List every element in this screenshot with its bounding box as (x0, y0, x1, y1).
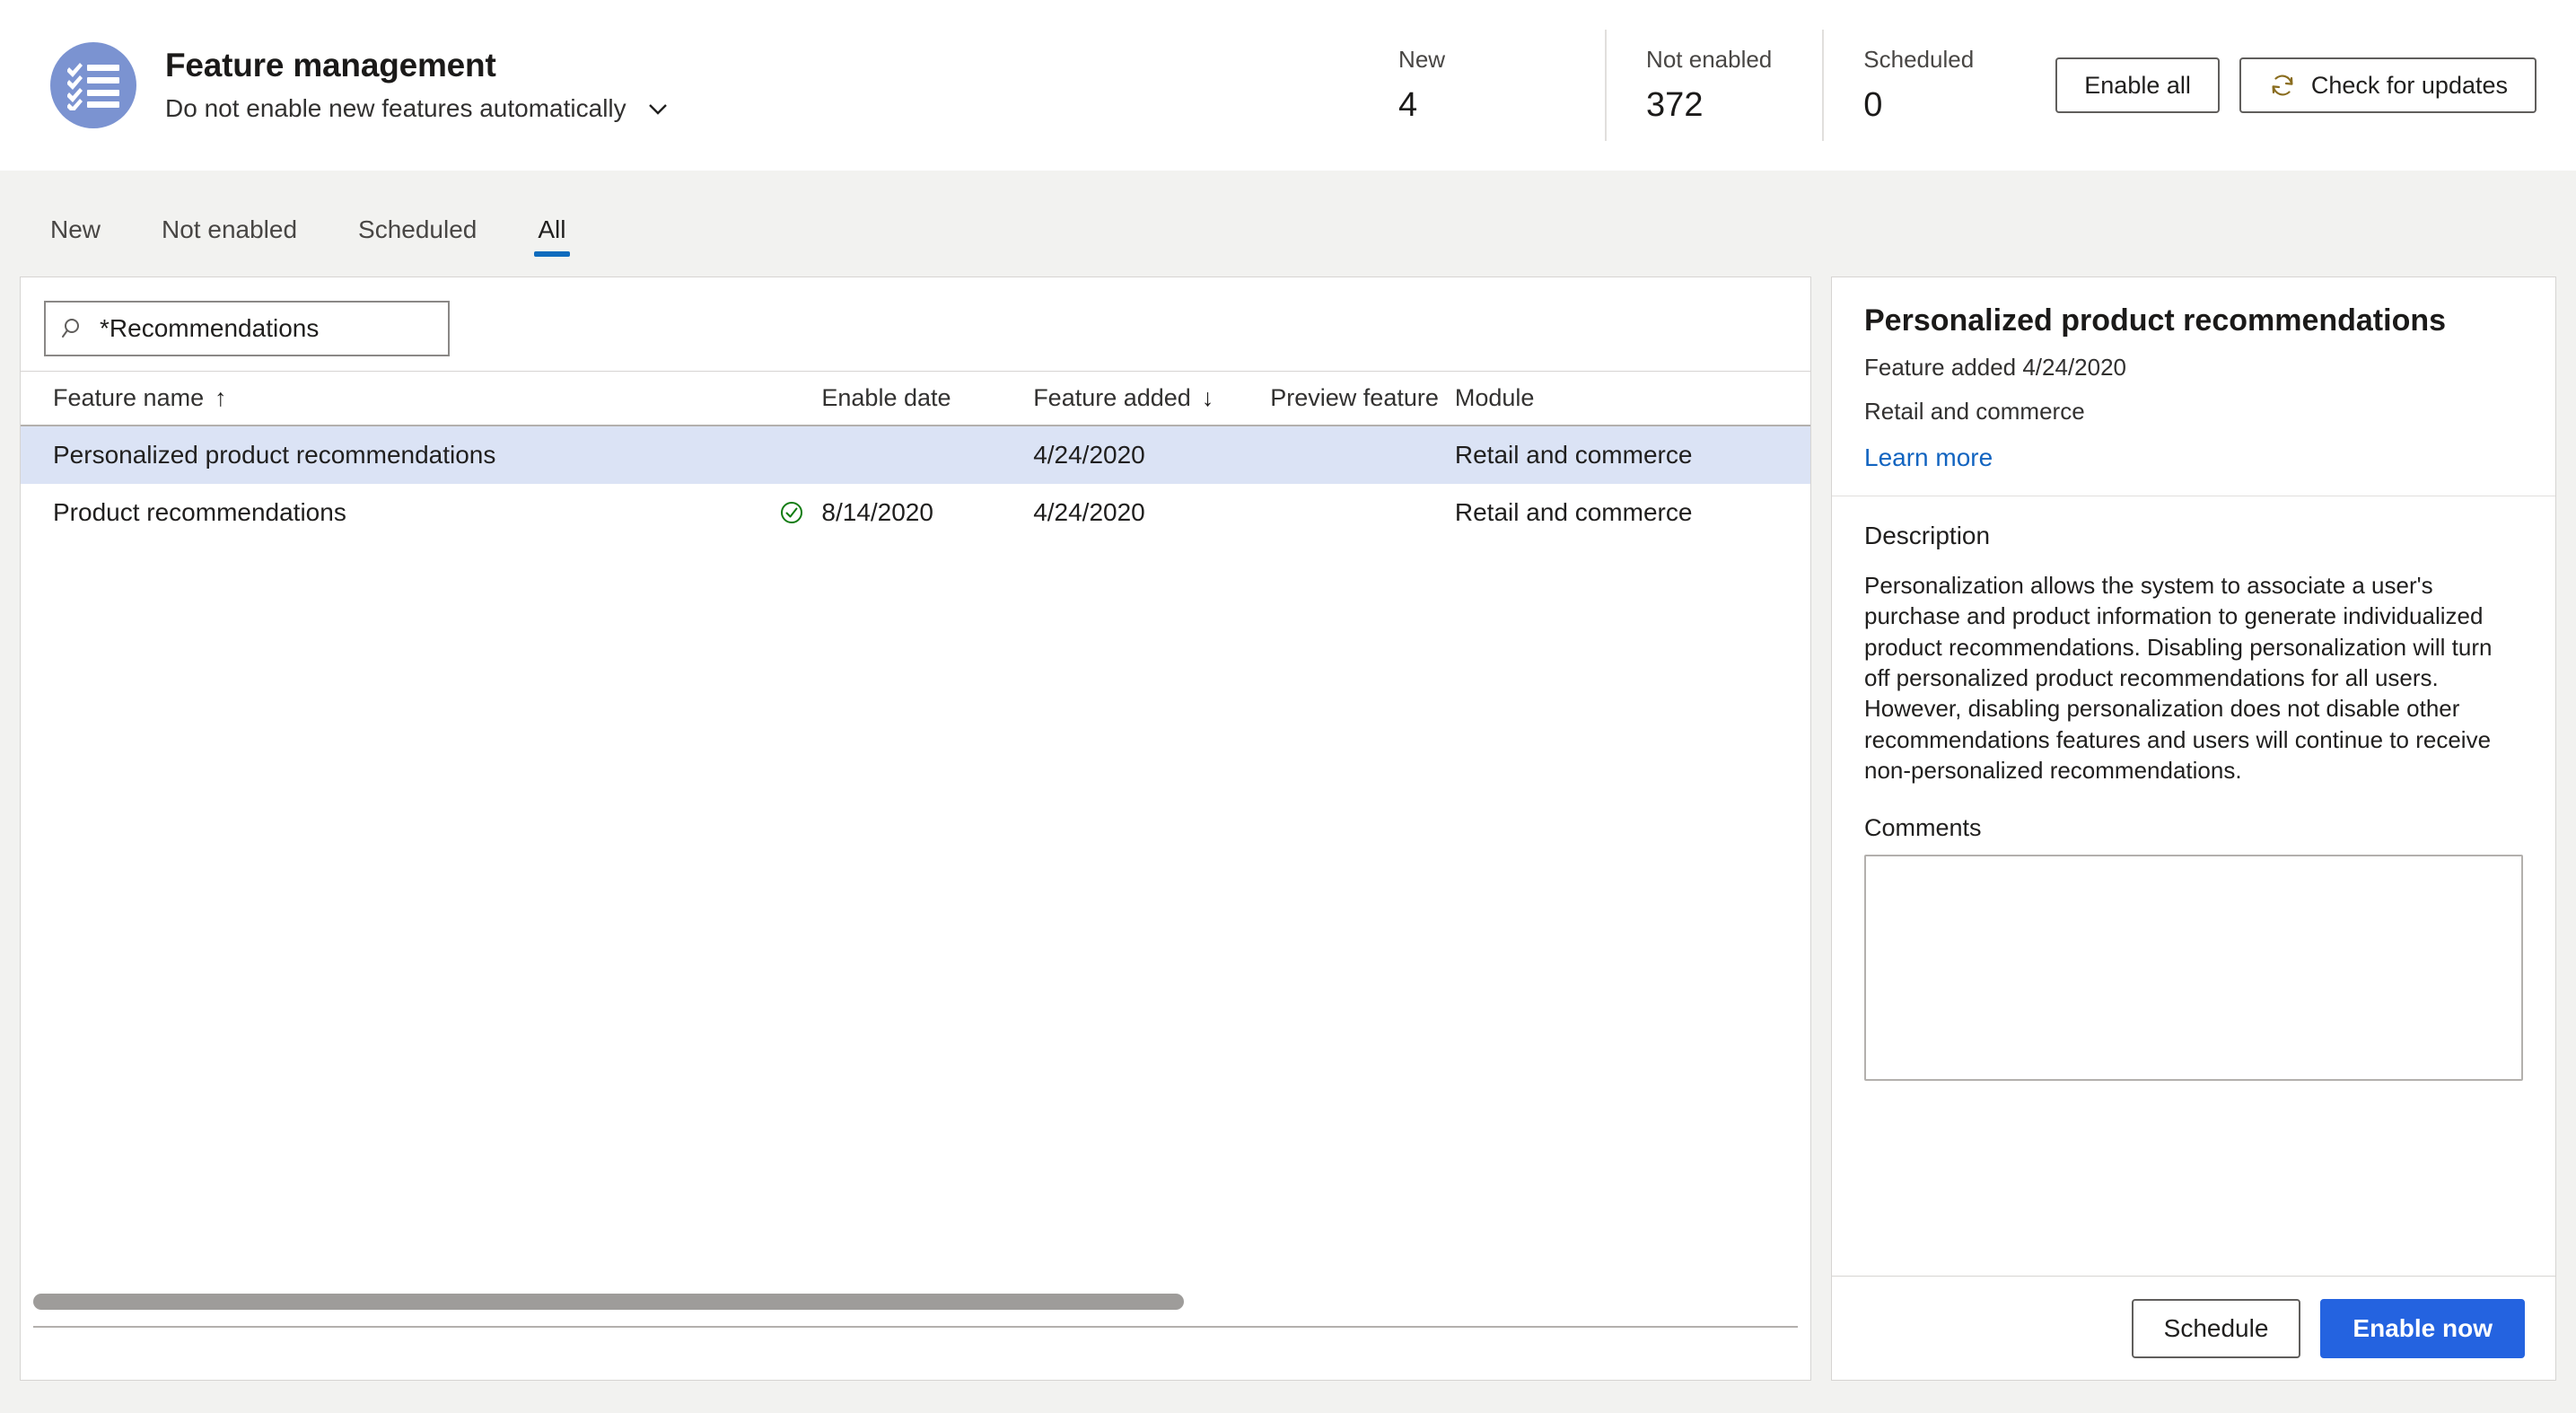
enabled-check-icon (777, 498, 806, 527)
stat-not-enabled-label: Not enabled (1646, 46, 1773, 73)
tab-bar: New Not enabled Scheduled All (0, 171, 2576, 268)
learn-more-link[interactable]: Learn more (1864, 443, 1993, 472)
header-actions: Enable all Check for updates (2028, 57, 2576, 113)
column-header-preview-feature-label: Preview feature (1270, 384, 1439, 411)
horizontal-scrollbar-thumb[interactable] (33, 1294, 1184, 1310)
horizontal-scrollbar[interactable] (33, 1288, 1798, 1315)
search-icon (60, 315, 87, 342)
sort-ascending-icon: ↑ (215, 384, 227, 411)
stat-new: New 4 (1398, 30, 1605, 141)
cell-enable-date: 8/14/2020 (821, 498, 933, 526)
column-header-module-label: Module (1454, 384, 1535, 411)
refresh-icon (2268, 71, 2297, 100)
grid-footer-space (21, 1328, 1810, 1380)
stat-scheduled-label: Scheduled (1863, 46, 1975, 73)
column-header-enable-date[interactable]: Enable date (821, 384, 1033, 412)
cell-feature-added: 4/24/2020 (1033, 441, 1145, 469)
feature-detail-pane: Personalized product recommendations Fea… (1831, 276, 2556, 1381)
stat-not-enabled-value: 372 (1646, 86, 1704, 124)
column-header-enable-date-label: Enable date (821, 384, 951, 411)
tab-new[interactable]: New (20, 215, 131, 268)
title-block: Feature management Do not enable new fea… (165, 46, 671, 124)
detail-feature-added: Feature added 4/24/2020 (1864, 353, 2127, 381)
column-header-feature-name-label: Feature name (53, 384, 205, 411)
stat-not-enabled: Not enabled 372 (1605, 30, 1822, 141)
column-header-module[interactable]: Module (1455, 384, 1810, 412)
auto-enable-setting[interactable]: Do not enable new features automatically (165, 94, 671, 123)
page-title: Feature management (165, 46, 496, 83)
check-for-updates-button[interactable]: Check for updates (2239, 57, 2537, 113)
comments-label: Comments (1864, 814, 1982, 842)
grid-empty-space (21, 541, 1810, 1288)
stat-new-label: New (1398, 46, 1446, 73)
cell-module: Retail and commerce (1454, 498, 1693, 526)
tab-scheduled[interactable]: Scheduled (328, 215, 507, 268)
tab-not-enabled[interactable]: Not enabled (131, 215, 328, 268)
detail-title: Personalized product recommendations (1864, 303, 2447, 338)
grid-header-row: Feature name ↑ Enable date Feature added… (21, 371, 1810, 426)
table-row[interactable]: Personalized product recommendations 4/2… (21, 426, 1810, 484)
cell-status (777, 498, 821, 527)
feature-list-pane: *Recommendations Feature name ↑ Enable d… (20, 276, 1811, 1381)
cell-feature-name: Personalized product recommendations (53, 441, 496, 469)
header-stats: New 4 Not enabled 372 Scheduled 0 (1398, 30, 2028, 141)
tab-all[interactable]: All (507, 215, 596, 268)
column-header-feature-name[interactable]: Feature name ↑ (31, 384, 777, 412)
search-input[interactable]: *Recommendations (44, 301, 450, 356)
enable-now-button[interactable]: Enable now (2320, 1298, 2525, 1358)
check-for-updates-label: Check for updates (2310, 71, 2508, 99)
cell-feature-added: 4/24/2020 (1033, 498, 1145, 526)
auto-enable-label: Do not enable new features automatically (165, 94, 626, 123)
cell-module: Retail and commerce (1454, 441, 1693, 469)
search-input-value: *Recommendations (100, 314, 320, 342)
cell-feature-name: Product recommendations (53, 498, 346, 526)
detail-body: Description Personalization allows the s… (1832, 496, 2555, 1276)
sort-descending-icon: ↓ (1201, 384, 1214, 411)
stat-scheduled: Scheduled 0 (1822, 30, 2028, 141)
app-header: Feature management Do not enable new fea… (0, 0, 2576, 171)
column-header-preview-feature[interactable]: Preview feature (1270, 384, 1455, 412)
detail-header: Personalized product recommendations Fea… (1832, 277, 2555, 496)
column-header-feature-added[interactable]: Feature added ↓ (1033, 384, 1270, 412)
enable-all-button[interactable]: Enable all (2055, 57, 2220, 113)
detail-module: Retail and commerce (1864, 397, 2085, 425)
stat-new-value: 4 (1398, 86, 1418, 124)
header-identity: Feature management Do not enable new fea… (0, 42, 671, 128)
chevron-down-icon[interactable] (644, 95, 671, 122)
main-content: *Recommendations Feature name ↑ Enable d… (0, 276, 2576, 1413)
column-header-feature-added-label: Feature added (1033, 384, 1191, 411)
comments-input[interactable] (1864, 855, 2523, 1082)
description-label: Description (1864, 521, 1991, 549)
table-row[interactable]: Product recommendations 8/14/2020 4/24/2… (21, 484, 1810, 541)
detail-footer: Schedule Enable now (1832, 1276, 2555, 1380)
schedule-button[interactable]: Schedule (2131, 1298, 2301, 1358)
feature-grid: Feature name ↑ Enable date Feature added… (21, 371, 1810, 541)
search-area: *Recommendations (21, 277, 1810, 371)
checklist-icon (50, 42, 136, 128)
stat-scheduled-value: 0 (1863, 86, 1883, 124)
description-text: Personalization allows the system to ass… (1864, 571, 2493, 784)
